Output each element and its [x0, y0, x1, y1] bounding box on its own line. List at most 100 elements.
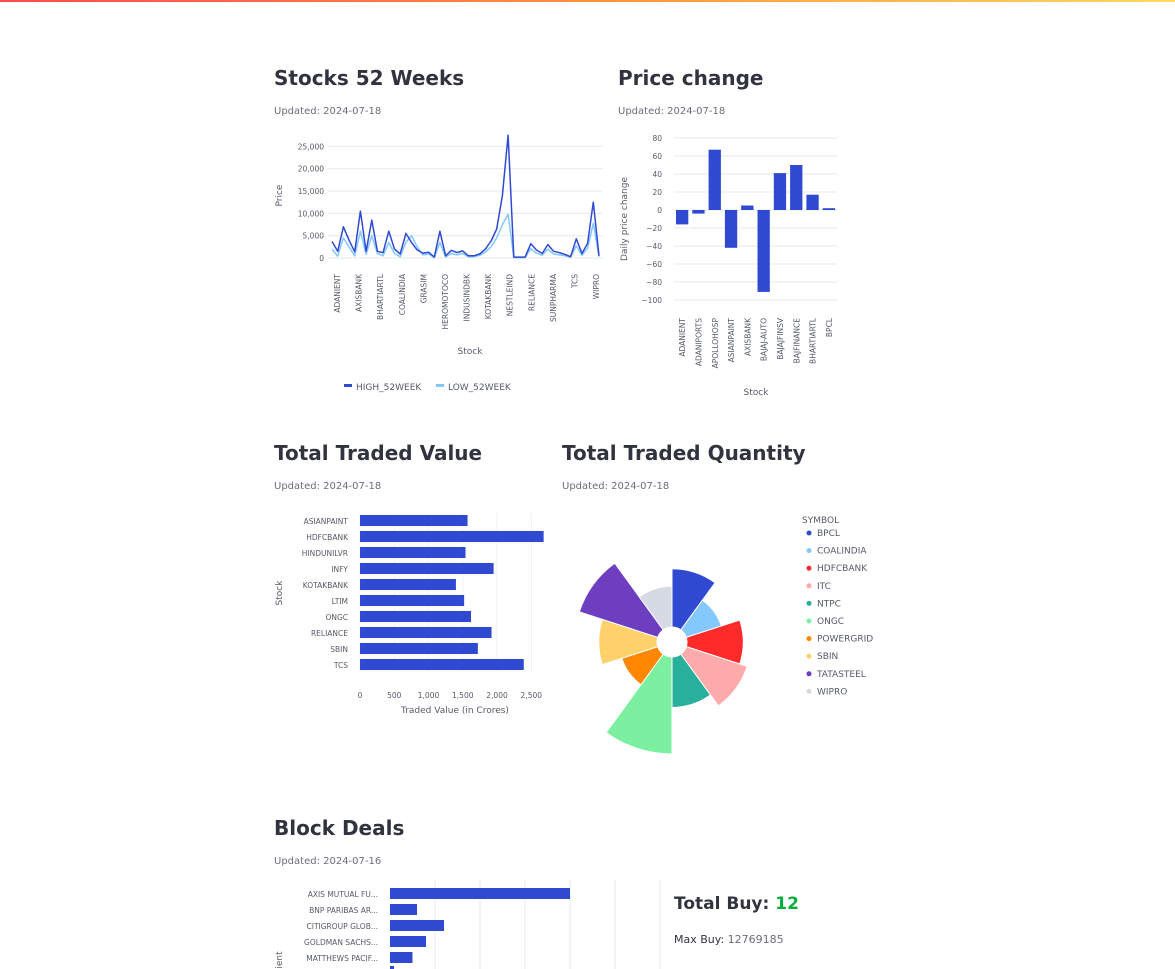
legend-swatch-sbin [806, 653, 812, 659]
y-tick-label: 60 [652, 152, 662, 161]
y-tick-label: −80 [646, 278, 662, 287]
bar-ongc [360, 611, 471, 622]
y-tick-label: −20 [646, 224, 662, 233]
legend-swatch-ntpc [806, 600, 812, 606]
bar-hdfcbank [360, 531, 544, 542]
legend-swatch-ongc [806, 618, 812, 624]
legend-label-wipro: WIPRO [817, 687, 847, 697]
y-tick-label: BNP PARIBAS AR... [309, 906, 378, 915]
legend-swatch-high-52week [344, 384, 352, 387]
bar-goldman-sachs [390, 936, 426, 947]
stocks-52-weeks-chart[interactable]: 0 5,000 10,000 15,000 20,000 25,000 ADANIENT AX… [270, 128, 615, 398]
legend-label-high-52week: HIGH_52WEEK [356, 383, 422, 393]
legend-label-low-52week: LOW_52WEEK [448, 383, 512, 393]
traded-value-updated: Updated: 2024-07-18 [274, 481, 382, 492]
legend-swatch-itc [806, 583, 812, 589]
y-tick-label: SBIN [330, 645, 348, 654]
bar-hindunilvr [360, 547, 466, 558]
y-tick-label: INFY [331, 565, 348, 574]
bar-infy [360, 563, 494, 574]
traded-quantity-updated: Updated: 2024-07-18 [562, 481, 670, 492]
x-tick-label: INDUSINDBK [463, 273, 472, 322]
legend-swatch-low-52week [436, 384, 444, 387]
x-tick-label: 0 [358, 691, 363, 700]
block-deals-title: Block Deals [274, 816, 405, 840]
x-tick-label: COALINDIA [398, 273, 407, 315]
legend-swatch-powergrid [806, 636, 812, 642]
traded-quantity-title: Total Traded Quantity [562, 441, 806, 465]
x-axis-title: Traded Value (in Crores) [400, 706, 509, 716]
x-tick-label: 2,000 [486, 691, 508, 700]
x-tick-label: BHARTIARTL [376, 273, 385, 320]
bar-reliance [360, 627, 492, 638]
legend-label-ntpc: NTPC [817, 599, 841, 609]
x-tick-label: ADANIPORTS [694, 318, 703, 366]
total-buy-value: 12 [775, 894, 799, 914]
legend-label-hdfcbank: HDFCBANK [817, 564, 868, 574]
bar-asianpaint [724, 210, 738, 248]
price-change-chart[interactable]: 80 60 40 20 0 −20 −40 −60 −80 −100 ADANIENT ADANIPO… [614, 128, 849, 403]
traded-value-title: Total Traded Value [274, 441, 483, 465]
block-deals-updated: Updated: 2024-07-16 [274, 856, 382, 867]
bar-adaniports [692, 210, 705, 214]
bar-asianpaint [360, 515, 468, 526]
x-tick-label: BAJFINANCE [792, 318, 801, 364]
total-buy-label: Total Buy: [674, 894, 776, 914]
y-tick-label: 20 [652, 188, 662, 197]
bar-bajajfinsv [773, 173, 787, 210]
bar-bhartiartl [806, 194, 819, 210]
y-tick-label: AXIS MUTUAL FU... [308, 890, 378, 899]
y-tick-label: ONGC [325, 613, 348, 622]
legend-swatch-bpcl [806, 530, 812, 536]
bar-adanient [676, 210, 689, 225]
legend-label-powergrid: POWERGRID [817, 635, 873, 645]
y-tick-label: 80 [652, 134, 662, 143]
x-tick-label: BAJAJFINSV [776, 317, 785, 360]
legend-label-ongc: ONGC [817, 617, 844, 627]
bar-kotakbank [360, 579, 456, 590]
x-tick-label: AXISBANK [355, 273, 364, 312]
y-tick-label: 40 [652, 170, 662, 179]
x-tick-label: RELIANCE [527, 274, 536, 311]
legend-swatch-coalindia [806, 548, 812, 554]
x-tick-label: 2,500 [521, 691, 543, 700]
legend-label-coalindia: COALINDIA [817, 547, 867, 557]
bar-matthews-pacif [390, 952, 413, 963]
x-tick-label: TCS [570, 274, 579, 289]
y-axis-title: Price [275, 184, 285, 206]
legend-label-tatasteel: TATASTEEL [816, 670, 866, 680]
y-tick-label: TCS [333, 661, 348, 670]
x-axis-title: Stock [744, 388, 770, 398]
y-axis-title: Daily price change [620, 177, 630, 261]
total-buy-metric: Total Buy: 12 [674, 894, 799, 914]
y-tick-label: 15,000 [298, 187, 324, 196]
x-tick-label: 1,500 [452, 691, 474, 700]
legend-swatch-wipro [806, 688, 812, 694]
stocks-52-weeks-title: Stocks 52 Weeks [274, 66, 465, 90]
x-tick-label: ASIANPAINT [727, 318, 736, 363]
x-tick-label: NESTLEIND [506, 274, 515, 316]
bar-bpcl [822, 208, 835, 210]
bar-ltim [360, 595, 465, 606]
x-tick-label: BHARTIARTL [809, 317, 818, 364]
traded-value-chart[interactable]: 0 500 1,000 1,500 2,000 2,500 ASIANPAINT HDFCBA… [270, 505, 555, 720]
y-tick-label: ASIANPAINT [304, 517, 349, 526]
y-tick-label: HINDUNILVR [302, 549, 348, 558]
y-tick-label: CITIGROUP GLOB... [307, 922, 379, 931]
block-deals-chart[interactable]: AXIS MUTUAL FU... BNP PARIBAS AR... CITIGR… [270, 880, 665, 969]
bar-tcs [360, 659, 524, 670]
legend-label-bpcl: BPCL [817, 529, 840, 539]
y-tick-label: 5,000 [303, 232, 325, 241]
y-tick-label: GOLDMAN SACHS... [304, 938, 378, 947]
y-tick-label: 0 [657, 206, 662, 215]
y-tick-label: −60 [646, 260, 662, 269]
traded-quantity-chart[interactable]: SYMBOL BPCL COALINDIA HDFCBANK ITC NTPC ONGC PO… [560, 505, 890, 760]
max-buy-label: Max Buy: [674, 933, 728, 946]
bar-bajaj-auto [757, 210, 770, 292]
x-tick-label: 500 [387, 691, 402, 700]
price-change-title: Price change [618, 66, 764, 90]
legend-label-itc: ITC [817, 582, 831, 592]
x-tick-label: SUNPHARMA [549, 273, 558, 322]
header-decoration-bar [0, 0, 1175, 2]
x-tick-label: HEROMOTOCO [441, 274, 450, 330]
